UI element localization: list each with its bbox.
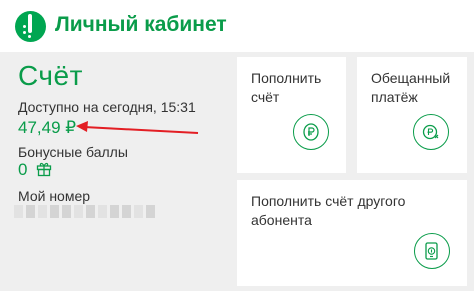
promised-payment-card[interactable]: Обещанный платёж bbox=[357, 57, 467, 173]
my-number-label: Мой номер bbox=[18, 188, 91, 204]
phone-payment-icon[interactable] bbox=[414, 233, 450, 269]
promised-payment-title: Обещанный платёж bbox=[371, 70, 451, 105]
bonus-value: 0 bbox=[18, 160, 28, 179]
bonus-label: Бонусные баллы bbox=[18, 144, 128, 160]
coin-icon[interactable] bbox=[293, 114, 329, 150]
phone-number-blurred bbox=[14, 205, 155, 218]
promised-payment-icon[interactable] bbox=[413, 114, 449, 150]
top-up-other-title: Пополнить счёт другого абонента bbox=[251, 193, 406, 228]
top-up-other-card[interactable]: Пополнить счёт другого абонента bbox=[237, 180, 467, 286]
top-up-title: Пополнить счёт bbox=[251, 70, 322, 105]
top-up-card[interactable]: Пополнить счёт bbox=[237, 57, 346, 173]
gift-icon[interactable] bbox=[36, 161, 52, 177]
